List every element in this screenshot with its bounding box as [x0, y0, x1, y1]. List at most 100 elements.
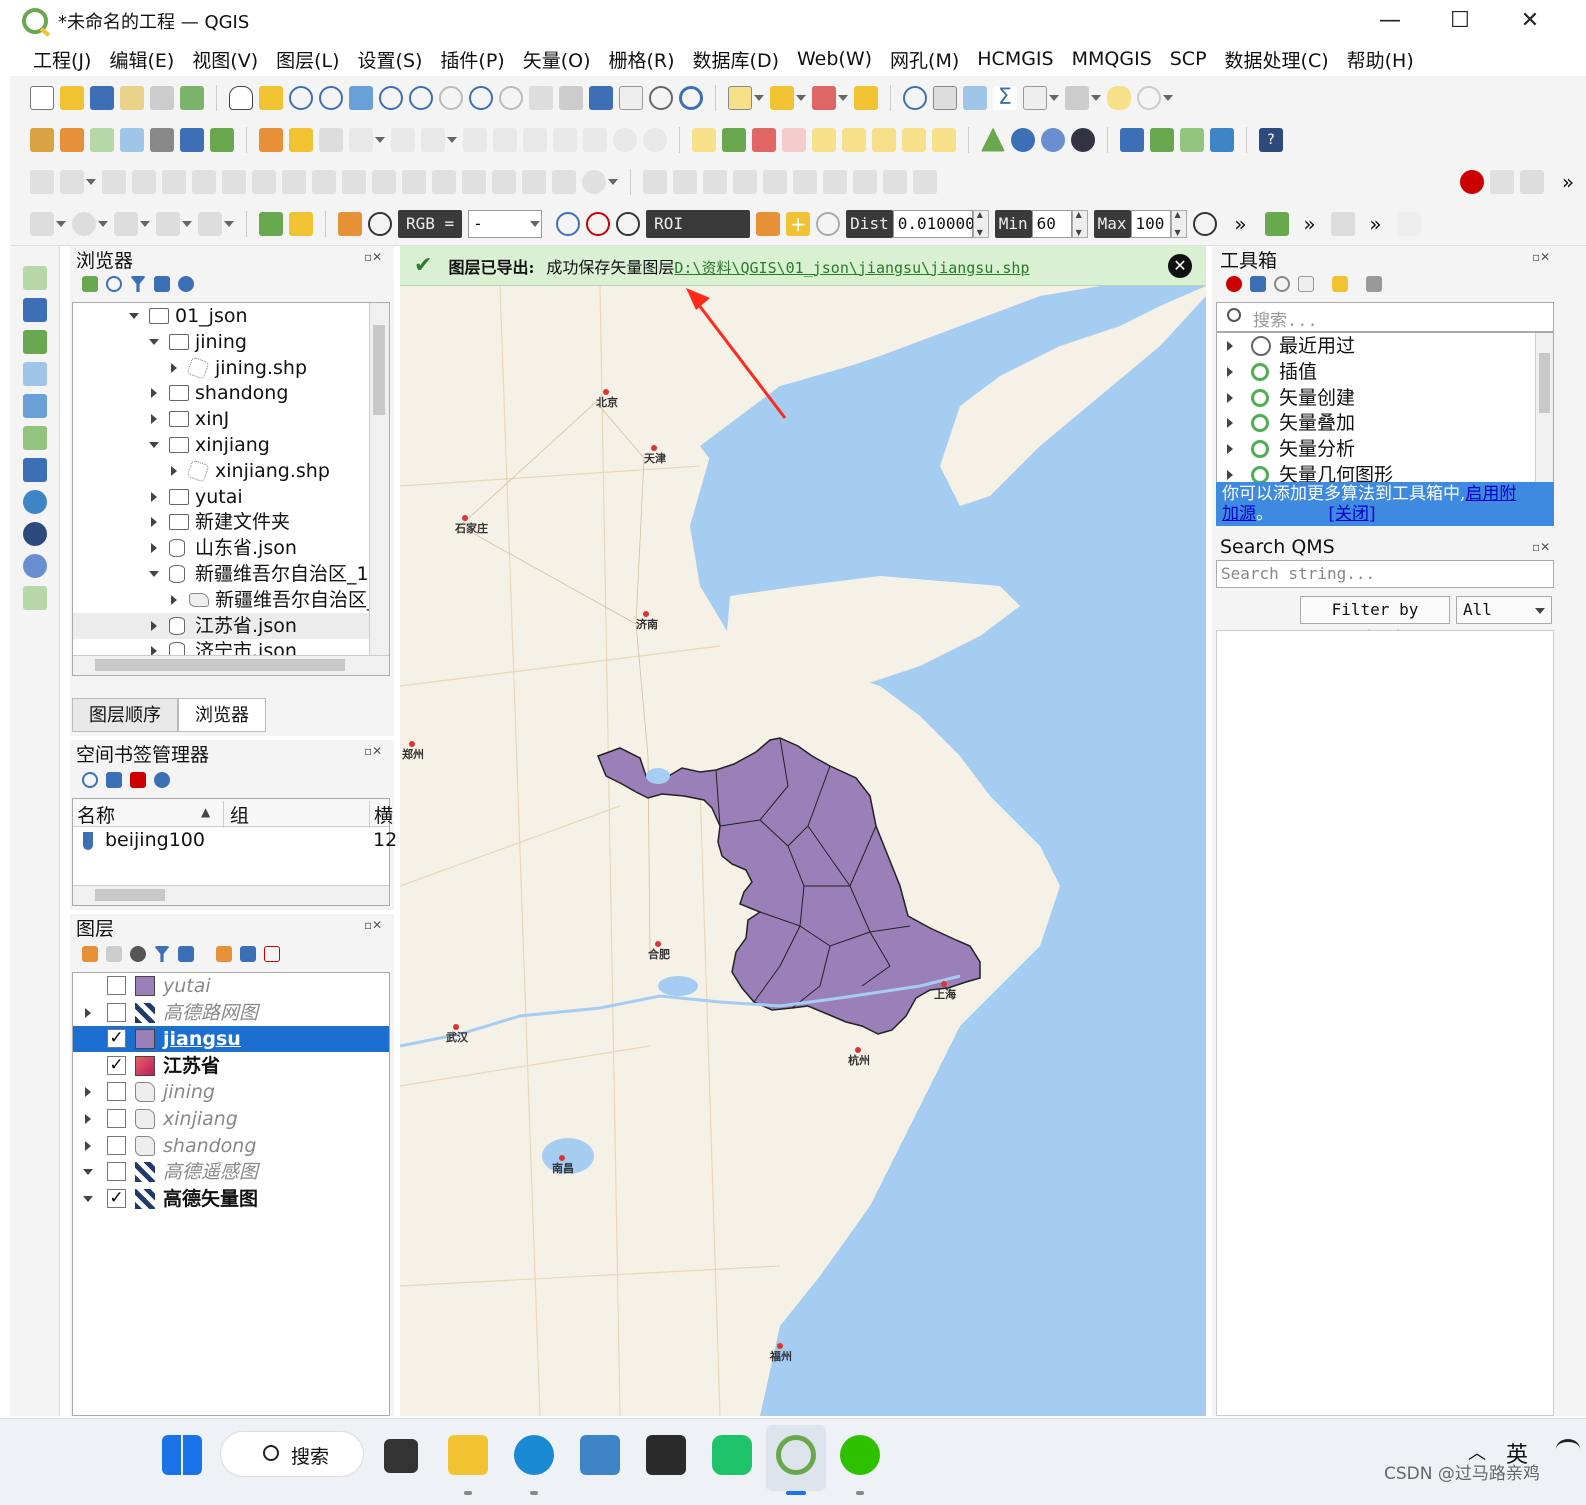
min-input[interactable]: 60: [1031, 209, 1072, 238]
add-postgis-icon[interactable]: [23, 426, 47, 450]
layer-visibility-checkbox[interactable]: [107, 1162, 126, 1182]
menu-layer[interactable]: 图层(L): [267, 46, 348, 73]
select-dropdown-icon[interactable]: [754, 94, 764, 101]
add-vector-layer-icon[interactable]: [23, 266, 47, 290]
layer-item[interactable]: 高德路网图: [73, 1000, 389, 1026]
browser-item[interactable]: 江苏省.json: [73, 612, 389, 639]
fill-ring-icon[interactable]: [252, 169, 276, 194]
layer-item[interactable]: xinjiang: [73, 1106, 389, 1132]
browser-item[interactable]: xinjiang: [73, 432, 389, 458]
shape-digitize-9-icon[interactable]: [883, 169, 907, 194]
share-bookmark-icon[interactable]: [154, 772, 170, 788]
zoom-native-icon[interactable]: [439, 85, 463, 110]
add-mesh-icon[interactable]: [150, 127, 174, 152]
layer-visibility-checkbox[interactable]: ✓: [107, 1029, 126, 1049]
delete-selected-icon[interactable]: [493, 127, 517, 152]
menu-hcmgis[interactable]: HCMGIS: [968, 48, 1062, 70]
browser-item[interactable]: 新疆维吾尔自治区_1.j: [73, 561, 389, 587]
min-spinner[interactable]: [1071, 209, 1088, 238]
zoom-in-icon[interactable]: [289, 85, 313, 110]
layer-visibility-checkbox[interactable]: ✓: [107, 1055, 126, 1075]
layers-stack-icon[interactable]: [1180, 127, 1204, 152]
expand-arrow-icon[interactable]: [151, 543, 157, 554]
menu-help[interactable]: 帮助(H): [1338, 46, 1423, 73]
move-dropdown-icon[interactable]: [86, 178, 96, 185]
layer-item[interactable]: yutai: [73, 973, 389, 999]
select-by-value-icon[interactable]: [770, 85, 794, 110]
browser-item[interactable]: xinJ: [73, 406, 389, 432]
scp-zoom-roi-icon[interactable]: [616, 211, 641, 236]
filter-expression-icon[interactable]: [178, 946, 194, 962]
tab-browser[interactable]: 浏览器: [178, 698, 266, 732]
scp-stretch-icon[interactable]: [556, 211, 581, 236]
toolbox-vscroll-thumb[interactable]: [1539, 353, 1550, 413]
select-location-icon[interactable]: [854, 85, 878, 110]
layer-item[interactable]: ✓ jiangsu: [73, 1026, 389, 1053]
file-explorer-icon[interactable]: [448, 1435, 488, 1475]
browser-item[interactable]: 01_json: [73, 303, 389, 329]
shape-digitize-8-icon[interactable]: [853, 169, 877, 194]
new-map-view-icon[interactable]: [529, 85, 553, 110]
bookmarks-hscrollbar[interactable]: [73, 885, 389, 905]
expand-arrow-icon[interactable]: [1227, 366, 1233, 377]
scp-zoom-band-icon[interactable]: [368, 211, 392, 236]
menu-mmqgis[interactable]: MMQGIS: [1063, 48, 1161, 70]
filter-browser-icon[interactable]: [130, 276, 146, 292]
menu-edit[interactable]: 编辑(E): [100, 46, 183, 73]
plugin-extra2-icon[interactable]: [1396, 211, 1421, 236]
diagram-icon[interactable]: [722, 127, 746, 152]
shape-digitize-1-icon[interactable]: [643, 169, 667, 194]
globe-icon[interactable]: [1011, 127, 1035, 152]
add-wms-icon[interactable]: [180, 127, 204, 152]
expand-arrow-icon[interactable]: [1227, 418, 1233, 429]
history-icon[interactable]: [1274, 276, 1290, 292]
expand-arrow-icon[interactable]: [171, 465, 177, 476]
new-bookmark-icon[interactable]: [589, 85, 613, 110]
edge-browser-icon[interactable]: [514, 1435, 554, 1475]
max-input[interactable]: 100: [1130, 209, 1171, 238]
delete-bookmark-icon[interactable]: [130, 772, 146, 788]
statistics-sigma-icon[interactable]: Σ: [993, 85, 1017, 110]
toggle-edit-icon[interactable]: [259, 127, 283, 152]
maximize-button[interactable]: ☐: [1440, 6, 1480, 36]
label-props-icon[interactable]: [932, 127, 956, 152]
wechat-icon[interactable]: [840, 1435, 880, 1475]
add-raster-icon[interactable]: [120, 127, 144, 152]
toolbox-group[interactable]: 矢量创建: [1217, 385, 1553, 411]
measure-dropdown-icon[interactable]: [1091, 94, 1101, 101]
menu-project[interactable]: 工程(J): [24, 46, 100, 73]
plugin-tool-3-dropdown-icon[interactable]: [140, 220, 150, 227]
save-edits-icon[interactable]: [319, 127, 343, 152]
show-bookmarks-icon[interactable]: [619, 85, 643, 110]
deselect-dropdown-icon[interactable]: [838, 94, 848, 101]
expand-all-icon[interactable]: [216, 946, 232, 962]
rotate-feature-icon[interactable]: [102, 169, 126, 194]
offset-curve-icon[interactable]: [372, 169, 396, 194]
browser-vscrollbar[interactable]: [369, 303, 389, 657]
plugin-tool-4-icon[interactable]: [156, 211, 180, 236]
toolbar-overflow-icon[interactable]: »: [1550, 170, 1586, 194]
paste-icon[interactable]: [583, 127, 607, 152]
dist-spinner[interactable]: [972, 209, 989, 238]
vertex-dropdown-icon[interactable]: [447, 136, 457, 143]
scp-add-icon[interactable]: +: [786, 211, 811, 236]
collapse-arrow-icon[interactable]: [83, 1169, 93, 1176]
browser-hscrollbar[interactable]: [73, 655, 389, 675]
attribute-table-icon[interactable]: [933, 85, 957, 110]
toolbox-group[interactable]: 矢量叠加: [1217, 410, 1553, 436]
help-icon[interactable]: ?: [1259, 127, 1283, 152]
reverse-line-icon[interactable]: [402, 169, 426, 194]
menu-processing[interactable]: 数据处理(C): [1216, 46, 1338, 73]
scp-roi-pointer-icon[interactable]: [756, 211, 781, 236]
refresh-browser-icon[interactable]: [106, 276, 122, 292]
pin-labels-icon[interactable]: [752, 127, 776, 152]
browser-item[interactable]: shandong: [73, 380, 389, 406]
highlight-labels-icon[interactable]: [782, 127, 806, 152]
expand-arrow-icon[interactable]: [85, 1140, 91, 1151]
add-bookmark-icon[interactable]: [106, 772, 122, 788]
toolbar-overflow-icon[interactable]: »: [1361, 212, 1391, 236]
epic-app-icon[interactable]: [646, 1435, 686, 1475]
zoom-layer-icon[interactable]: [409, 85, 433, 110]
notice-close-link[interactable]: [关闭]: [1328, 504, 1375, 524]
browser-item[interactable]: 新疆维吾尔自治区_: [73, 587, 389, 613]
